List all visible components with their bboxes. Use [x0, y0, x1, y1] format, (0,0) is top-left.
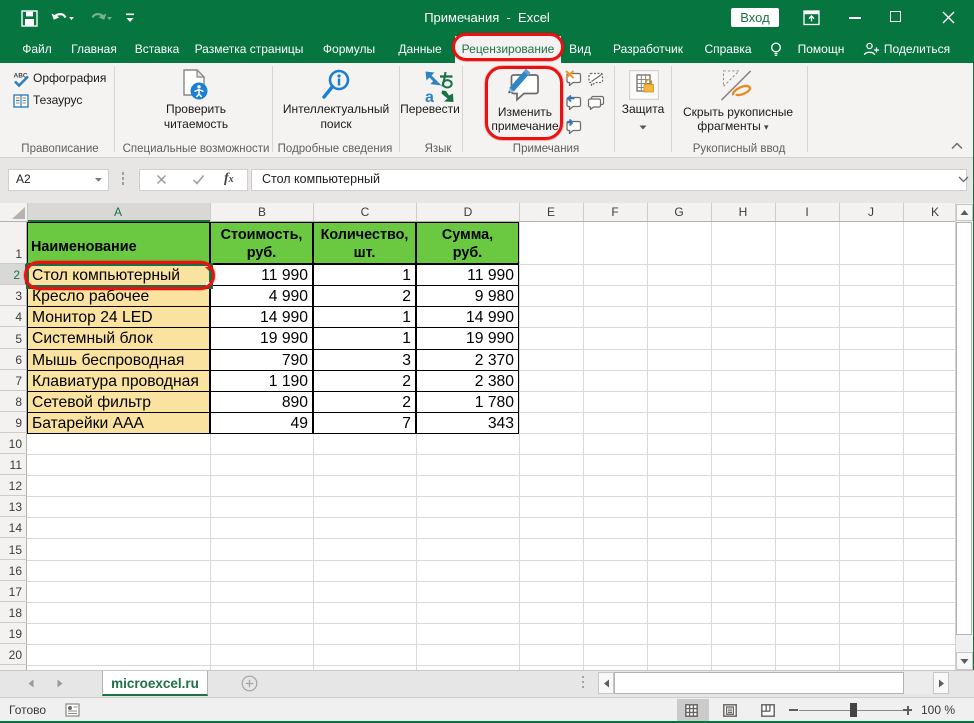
svg-text:a: a — [425, 89, 434, 103]
